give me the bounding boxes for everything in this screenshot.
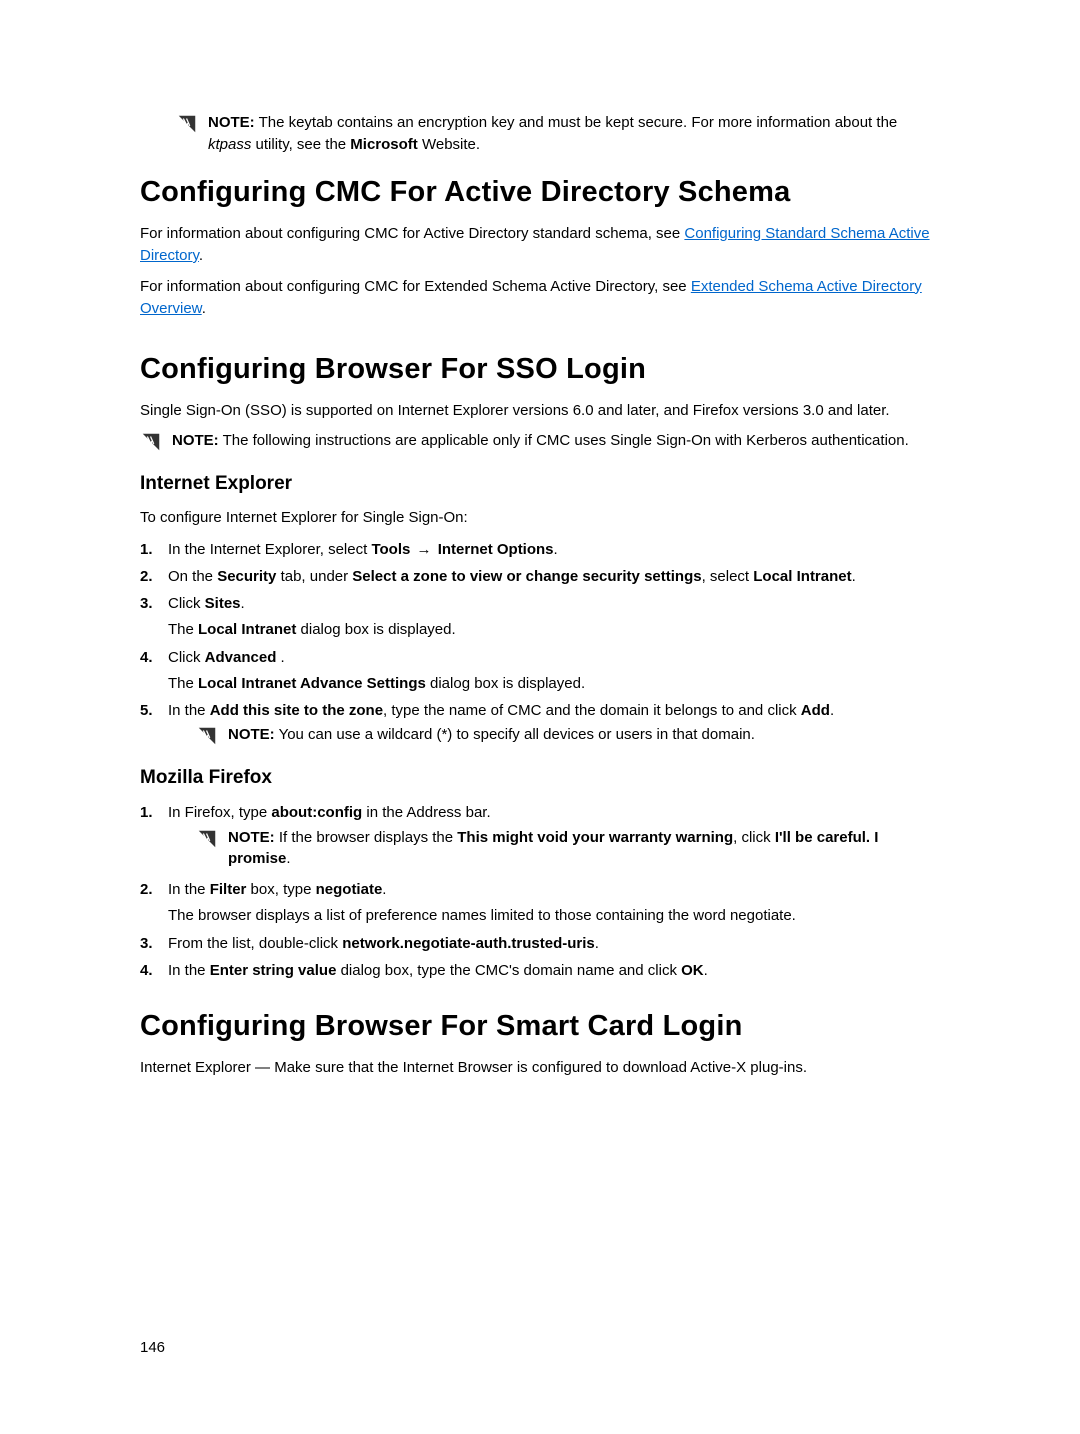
- heading-ie: Internet Explorer: [140, 473, 940, 495]
- paragraph: For information about configuring CMC fo…: [140, 276, 940, 321]
- note-keytab: NOTE: The keytab contains an encryption …: [176, 112, 940, 156]
- page-number: 146: [140, 1339, 165, 1356]
- steps-ie: In the Internet Explorer, select Tools →…: [140, 538, 940, 748]
- note-label: NOTE:: [228, 829, 275, 846]
- step: In the Internet Explorer, select Tools →…: [140, 538, 940, 561]
- note-warranty: NOTE: If the browser displays the This m…: [196, 827, 940, 871]
- heading-cmc-ad-schema: Configuring CMC For Active Directory Sch…: [140, 176, 940, 209]
- note-wildcard: NOTE: You can use a wildcard (*) to spec…: [196, 724, 940, 747]
- step: Click Sites. The Local Intranet dialog b…: [140, 592, 940, 642]
- note-label: NOTE:: [228, 726, 275, 743]
- step: In the Add this site to the zone, type t…: [140, 699, 940, 747]
- step: In Firefox, type about:config in the Add…: [140, 801, 940, 870]
- note-icon: [140, 431, 162, 453]
- note-text: NOTE: The keytab contains an encryption …: [208, 112, 940, 156]
- heading-sso-login: Configuring Browser For SSO Login: [140, 353, 940, 386]
- note-icon: [176, 113, 198, 135]
- step-sub: The browser displays a list of preferenc…: [168, 904, 940, 927]
- paragraph: Internet Explorer — Make sure that the I…: [140, 1057, 940, 1080]
- note-text: NOTE: The following instructions are app…: [172, 430, 940, 452]
- step: From the list, double-click network.nego…: [140, 932, 940, 955]
- step-sub: The Local Intranet Advance Settings dial…: [168, 672, 940, 695]
- note-text: NOTE: You can use a wildcard (*) to spec…: [228, 724, 940, 746]
- steps-firefox: In Firefox, type about:config in the Add…: [140, 801, 940, 982]
- paragraph: To configure Internet Explorer for Singl…: [140, 507, 940, 530]
- note-sso-kerberos: NOTE: The following instructions are app…: [140, 430, 940, 453]
- note-label: NOTE:: [172, 432, 219, 449]
- heading-smart-card: Configuring Browser For Smart Card Login: [140, 1010, 940, 1043]
- step: In the Filter box, type negotiate. The b…: [140, 878, 940, 928]
- paragraph: For information about configuring CMC fo…: [140, 223, 940, 268]
- paragraph: Single Sign-On (SSO) is supported on Int…: [140, 400, 940, 423]
- step: On the Security tab, under Select a zone…: [140, 565, 940, 588]
- step: Click Advanced . The Local Intranet Adva…: [140, 646, 940, 696]
- step: In the Enter string value dialog box, ty…: [140, 959, 940, 982]
- step-sub: The Local Intranet dialog box is display…: [168, 618, 940, 641]
- note-text: NOTE: If the browser displays the This m…: [228, 827, 940, 871]
- heading-firefox: Mozilla Firefox: [140, 767, 940, 789]
- document-page: NOTE: The keytab contains an encryption …: [0, 0, 1080, 1434]
- note-icon: [196, 828, 218, 850]
- note-icon: [196, 725, 218, 747]
- note-label: NOTE:: [208, 114, 255, 131]
